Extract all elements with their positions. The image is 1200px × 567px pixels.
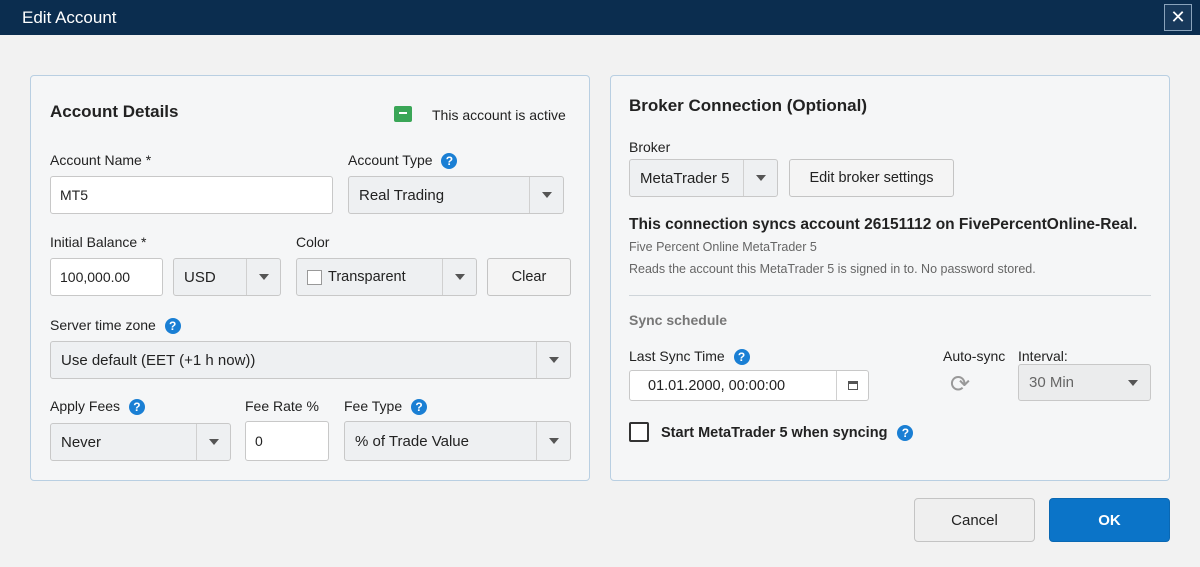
color-value: Transparent xyxy=(328,269,406,285)
color-select[interactable]: Transparent xyxy=(296,258,477,296)
interval-label: Interval: xyxy=(1018,348,1068,364)
broker-value: MetaTrader 5 xyxy=(640,169,730,187)
last-sync-label: Last Sync Time ? xyxy=(629,348,750,366)
chevron-down-icon xyxy=(442,259,476,295)
currency-select[interactable]: USD xyxy=(173,258,281,296)
divider xyxy=(629,295,1151,296)
fee-type-label: Fee Type ? xyxy=(344,398,428,416)
server-timezone-select[interactable]: Use default (EET (+1 h now)) xyxy=(50,341,571,379)
title-bar: Edit Account ✕ xyxy=(0,0,1200,35)
interval-select[interactable]: 30 Min xyxy=(1018,364,1151,401)
cancel-button[interactable]: Cancel xyxy=(914,498,1035,542)
fee-type-value: % of Trade Value xyxy=(355,432,469,450)
broker-description: Five Percent Online MetaTrader 5 xyxy=(629,240,817,254)
interval-value: 30 Min xyxy=(1029,374,1075,391)
edit-broker-settings-button[interactable]: Edit broker settings xyxy=(789,159,954,197)
initial-balance-label: Initial Balance * xyxy=(50,234,147,250)
server-timezone-help-icon[interactable]: ? xyxy=(164,318,181,335)
account-type-select[interactable]: Real Trading xyxy=(348,176,564,214)
close-icon[interactable]: ✕ xyxy=(1164,4,1192,31)
broker-label: Broker xyxy=(629,139,671,155)
fee-rate-label: Fee Rate % xyxy=(245,398,319,414)
chevron-down-icon xyxy=(743,160,777,196)
apply-fees-label: Apply Fees ? xyxy=(50,398,145,416)
fee-type-select[interactable]: % of Trade Value xyxy=(344,421,571,461)
account-details-panel: Account Details This account is active A… xyxy=(30,75,590,481)
account-type-label: Account Type ? xyxy=(348,152,458,170)
initial-balance-input[interactable]: 100,000.00 xyxy=(50,258,163,296)
ok-button[interactable]: OK xyxy=(1049,498,1170,542)
start-mt-checkbox[interactable] xyxy=(629,422,649,442)
last-sync-help-icon[interactable]: ? xyxy=(733,349,750,366)
account-type-help-icon[interactable]: ? xyxy=(441,153,458,170)
color-swatch xyxy=(307,269,322,285)
chevron-down-icon xyxy=(1116,365,1150,400)
apply-fees-help-icon[interactable]: ? xyxy=(128,399,145,416)
chevron-down-icon xyxy=(246,259,280,295)
currency-value: USD xyxy=(184,268,216,286)
account-type-value: Real Trading xyxy=(359,186,445,204)
active-status-icon xyxy=(394,106,412,122)
server-timezone-value: Use default (EET (+1 h now)) xyxy=(61,351,256,369)
chevron-down-icon xyxy=(196,424,230,460)
chevron-down-icon xyxy=(529,177,563,213)
fee-rate-input[interactable]: 0 xyxy=(245,421,329,461)
chevron-down-icon xyxy=(536,342,570,378)
account-name-input[interactable]: MT5 xyxy=(50,176,333,214)
last-sync-input[interactable]: 01.01.2000, 00:00:00 xyxy=(629,370,869,401)
account-details-title: Account Details xyxy=(50,102,179,121)
server-timezone-label: Server time zone ? xyxy=(50,317,181,335)
chevron-down-icon xyxy=(536,422,570,460)
active-status-text: This account is active xyxy=(432,107,566,123)
apply-fees-select[interactable]: Never xyxy=(50,423,231,461)
start-mt-label: Start MetaTrader 5 when syncing ? xyxy=(661,425,914,442)
refresh-icon[interactable]: ⟳ xyxy=(950,370,970,399)
fee-type-help-icon[interactable]: ? xyxy=(411,399,428,416)
window-title: Edit Account xyxy=(22,8,117,27)
broker-note: Reads the account this MetaTrader 5 is s… xyxy=(629,262,1036,276)
auto-sync-label: Auto-sync xyxy=(943,348,1006,364)
start-mt-help-icon[interactable]: ? xyxy=(897,425,914,442)
clear-color-button[interactable]: Clear xyxy=(487,258,571,296)
broker-connection-title: Broker Connection (Optional) xyxy=(629,96,867,115)
sync-schedule-label: Sync schedule xyxy=(629,312,728,328)
broker-connection-panel: Broker Connection (Optional) Broker Meta… xyxy=(610,75,1170,481)
account-name-label: Account Name * xyxy=(50,152,152,168)
color-label: Color xyxy=(296,234,330,250)
broker-select[interactable]: MetaTrader 5 xyxy=(629,159,778,197)
calendar-icon[interactable] xyxy=(836,371,868,400)
apply-fees-value: Never xyxy=(61,433,102,451)
last-sync-value: 01.01.2000, 00:00:00 xyxy=(648,377,786,394)
sync-headline: This connection syncs account 26151112 o… xyxy=(629,216,1138,233)
